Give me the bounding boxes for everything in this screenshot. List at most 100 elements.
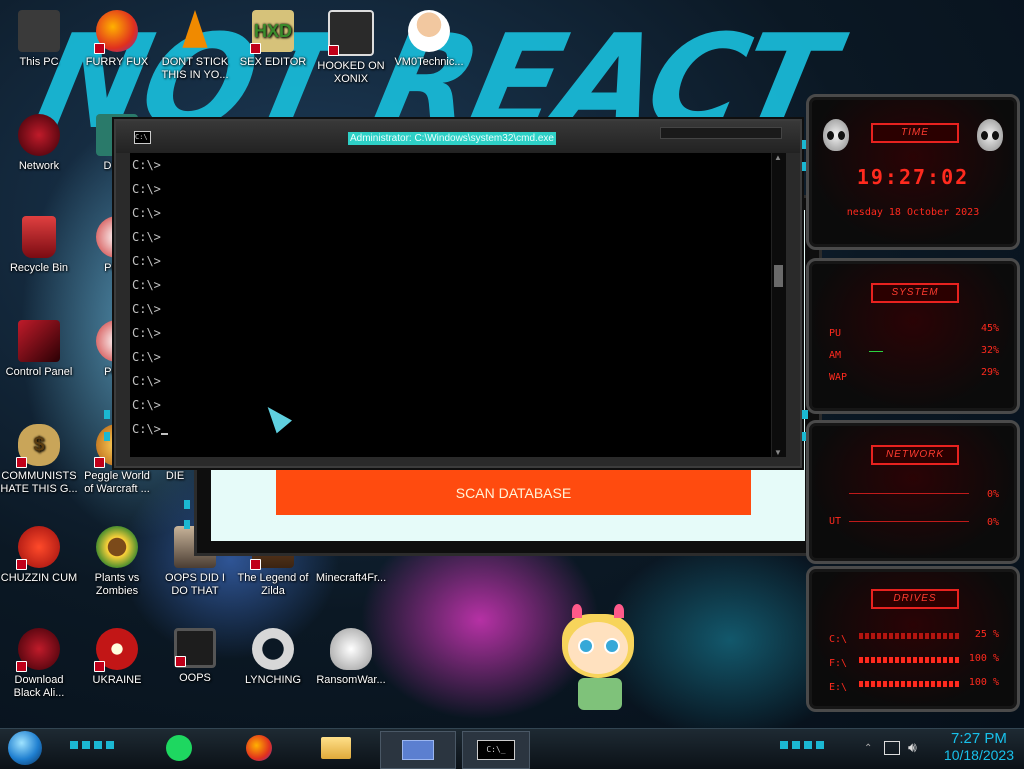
network-out-graph bbox=[849, 521, 969, 522]
window-accent-light bbox=[104, 432, 110, 441]
console-line: C:\> bbox=[132, 302, 161, 316]
clock-time: 7:27 PM bbox=[951, 730, 1007, 747]
desktop-icon-network[interactable]: Network bbox=[0, 110, 78, 173]
recycle-bin-icon bbox=[22, 216, 56, 258]
folder-icon bbox=[321, 737, 351, 759]
taskbar-app-spotify[interactable] bbox=[162, 731, 196, 767]
alien-network-icon bbox=[18, 114, 60, 156]
alien-download-icon bbox=[16, 628, 60, 672]
cartoon-character-image bbox=[548, 600, 648, 720]
drive-row-e: E:\ 100 % bbox=[829, 677, 999, 693]
alien-skull-icon bbox=[977, 119, 1003, 151]
network-in-graph bbox=[849, 493, 969, 494]
desktop-icon-furry-fux[interactable]: FURRY FUX bbox=[78, 6, 156, 69]
network-icon[interactable] bbox=[884, 741, 900, 755]
vertical-scrollbar[interactable]: ▲ ▼ bbox=[771, 153, 786, 457]
network-gadget: NETWORK 0% UT 0% bbox=[806, 420, 1020, 564]
taskbar-app-firefox[interactable] bbox=[242, 731, 276, 767]
desktop-icon-recycle-bin[interactable]: Recycle Bin bbox=[0, 212, 78, 275]
volume-icon[interactable]: 🔊︎ bbox=[908, 739, 917, 756]
taskbar-app-cmd[interactable]: C:\_ bbox=[462, 731, 530, 769]
gear-rope-icon bbox=[252, 628, 294, 670]
desktop-icon-download-black-ali[interactable]: Download Black Ali... bbox=[0, 624, 78, 700]
console-output: C:\> C:\> C:\> C:\> C:\> C:\> C:\> C:\> C:\> C:\>… bbox=[132, 153, 762, 441]
time-clock: 19:27:02 bbox=[856, 165, 970, 189]
console-line: C:\> bbox=[132, 374, 161, 388]
desktop-icon-dont-stick[interactable]: DONT STICK THIS IN YO... bbox=[156, 6, 234, 82]
drive-row-c: C:\ 25 % bbox=[829, 629, 999, 645]
start-orb-icon bbox=[8, 731, 42, 765]
system-row-swap: WAP 29% bbox=[829, 367, 999, 383]
start-button[interactable] bbox=[8, 731, 44, 767]
system-tray: ⌃ 🔊︎ 7:27 PM 10/18/2023 bbox=[864, 729, 1024, 769]
drive-f-usage-bar bbox=[859, 657, 959, 663]
desktop-icon-plants-vs-zombies[interactable]: Plants vs Zombies bbox=[78, 522, 156, 598]
desktop-icon-lynching[interactable]: LYNCHING bbox=[234, 624, 312, 687]
desktop-icon-this-pc[interactable]: This PC bbox=[0, 6, 78, 69]
app-window-icon bbox=[402, 740, 434, 760]
console-line: C:\> bbox=[132, 398, 161, 412]
firefox-icon bbox=[94, 10, 138, 54]
firefox-icon bbox=[246, 735, 272, 761]
console-line: C:\> bbox=[132, 326, 161, 340]
monitor-icon bbox=[174, 628, 216, 668]
cmd-window[interactable]: C:\ Administrator: C:\Windows\system32\c… bbox=[114, 119, 802, 468]
desktop-icon-chuzzin-cum[interactable]: CHUZZIN CUM bbox=[0, 522, 78, 585]
text-cursor bbox=[160, 433, 168, 435]
cmd-titlebar[interactable]: C:\ Administrator: C:\Windows\system32\c… bbox=[116, 121, 800, 153]
scroll-up-arrow-icon[interactable]: ▲ bbox=[774, 153, 782, 162]
radiation-icon bbox=[94, 628, 138, 672]
xonix-game-icon bbox=[328, 10, 374, 56]
system-row-cpu: PU 45% bbox=[829, 323, 999, 339]
skull-icon bbox=[330, 628, 372, 670]
network-row-out: UT 0% bbox=[829, 516, 999, 528]
taskbar-accent-left bbox=[70, 741, 114, 749]
spotify-icon bbox=[166, 735, 192, 761]
desktop-icon-communists[interactable]: $ COMMUNISTS HATE THIS G... bbox=[0, 420, 78, 496]
taskbar-app-window-1[interactable] bbox=[380, 731, 456, 769]
drive-e-usage-bar bbox=[859, 681, 959, 687]
drives-gadget: DRIVES C:\ 25 % F:\ 100 % E:\ 100 % bbox=[806, 566, 1020, 712]
drive-row-f: F:\ 100 % bbox=[829, 653, 999, 669]
cmd-console-area[interactable]: C:\> C:\> C:\> C:\> C:\> C:\> C:\> C:\> C:\> C:\>… bbox=[130, 153, 786, 457]
console-line: C:\> bbox=[132, 350, 161, 364]
drive-c-usage-bar bbox=[859, 633, 959, 639]
desktop-icon-vm0technic[interactable]: VM0Technic... bbox=[390, 6, 468, 69]
time-title: TIME bbox=[871, 123, 959, 143]
desktop-icon-hooked-on-xonix[interactable]: HOOKED ON XONIX bbox=[312, 6, 390, 86]
system-title: SYSTEM bbox=[871, 283, 959, 303]
doctor-avatar-icon bbox=[408, 10, 450, 52]
console-line: C:\> bbox=[132, 158, 161, 172]
vlc-cone-icon bbox=[182, 10, 208, 48]
network-row-in: 0% bbox=[829, 483, 999, 511]
system-row-ram: AM 32% bbox=[829, 345, 999, 361]
clock-date: 10/18/2023 bbox=[943, 747, 1014, 763]
desktop-icon-ransomware[interactable]: RansomWar... bbox=[312, 624, 390, 687]
taskbar-accent-right bbox=[780, 741, 824, 749]
scrollbar-thumb[interactable] bbox=[774, 265, 783, 287]
time-date: nesday 18 October 2023 bbox=[846, 207, 980, 218]
ram-graph bbox=[869, 351, 883, 352]
network-title: NETWORK bbox=[871, 445, 959, 465]
taskbar-clock[interactable]: 7:27 PM 10/18/2023 bbox=[944, 730, 1014, 764]
window-accent-light bbox=[184, 500, 190, 509]
chuzzle-icon bbox=[16, 526, 60, 570]
console-line: C:\> bbox=[132, 182, 161, 196]
window-accent-light bbox=[802, 410, 808, 419]
desktop-icon-sex-editor[interactable]: HXD SEX EDITOR bbox=[234, 6, 312, 69]
taskbar-app-file-explorer[interactable] bbox=[318, 731, 354, 767]
cmd-window-icon[interactable]: C:\ bbox=[134, 131, 151, 144]
scroll-down-arrow-icon[interactable]: ▼ bbox=[774, 448, 782, 457]
desktop-icon-control-panel[interactable]: Control Panel bbox=[0, 316, 78, 379]
window-controls[interactable] bbox=[660, 127, 782, 139]
show-hidden-icons-arrow-icon[interactable]: ⌃ bbox=[864, 743, 872, 754]
hxd-editor-icon: HXD bbox=[250, 10, 294, 54]
desktop-icon-ukraine[interactable]: UKRAINE bbox=[78, 624, 156, 687]
desktop-icon-oops[interactable]: OOPS bbox=[156, 624, 234, 685]
console-line: C:\> bbox=[132, 206, 161, 220]
sunflower-icon bbox=[96, 526, 138, 568]
time-gadget: TIME 19:27:02 nesday 18 October 2023 bbox=[806, 94, 1020, 250]
scan-database-button[interactable]: SCAN DATABASE bbox=[276, 470, 751, 515]
money-bag-icon: $ bbox=[16, 424, 60, 468]
window-accent-light bbox=[184, 520, 190, 529]
